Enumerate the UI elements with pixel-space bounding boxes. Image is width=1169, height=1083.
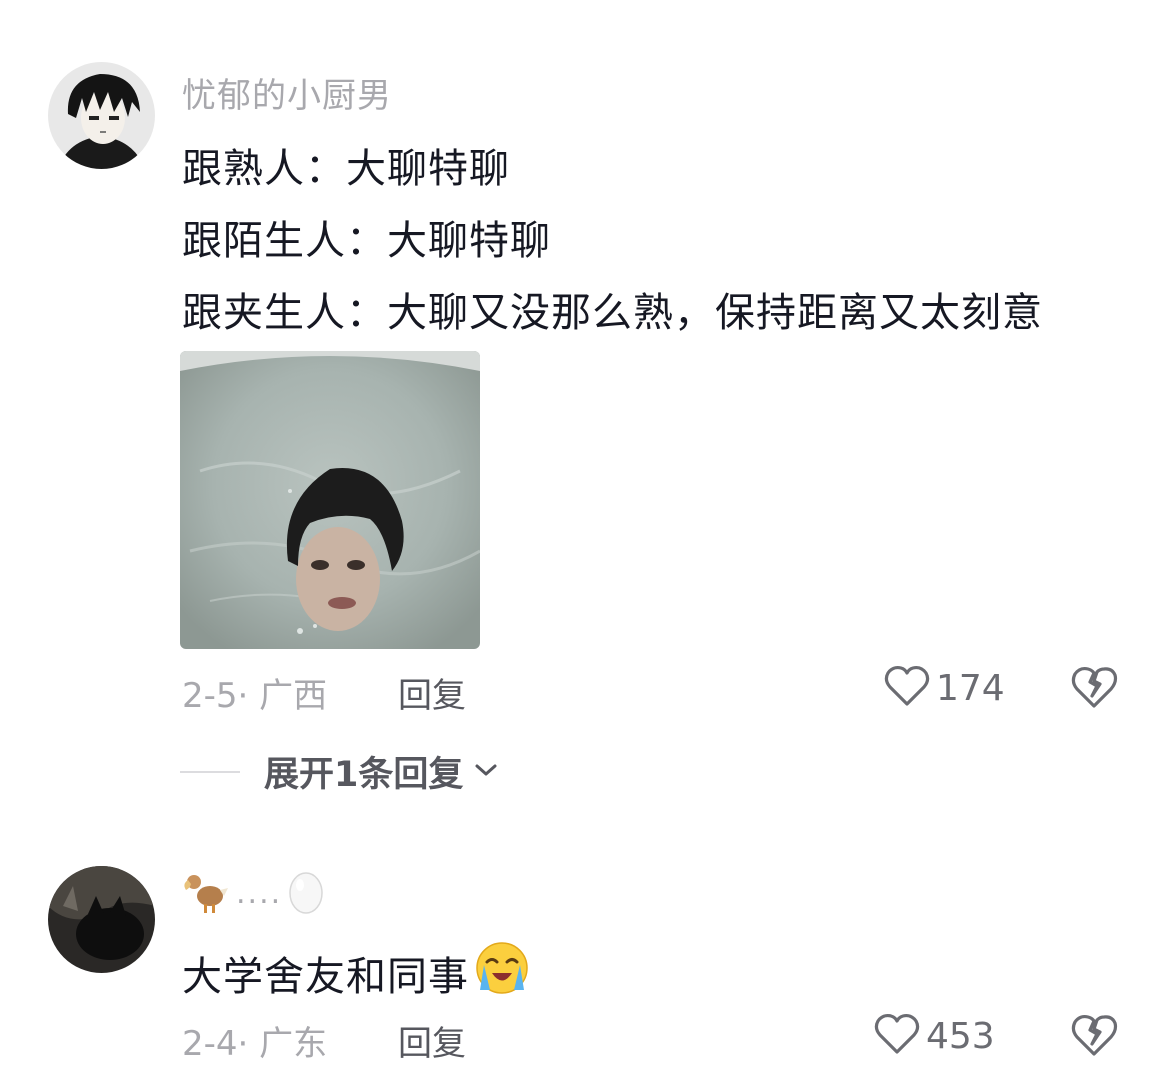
divider <box>180 770 240 773</box>
chevron-down-icon <box>473 760 499 784</box>
expand-replies-button[interactable]: 展开1条回复 <box>180 746 499 797</box>
egg-icon <box>286 867 326 919</box>
like-count: 174 <box>936 667 1005 709</box>
comment-image[interactable] <box>180 351 480 649</box>
broken-heart-icon <box>1070 666 1118 714</box>
reply-button[interactable]: 回复 <box>398 668 466 717</box>
comment-date-location: 2-4· 广东 <box>182 1024 328 1064</box>
crying-face-icon <box>473 940 531 1006</box>
comment-date-location: 2-5· 广西 <box>182 676 328 716</box>
comment-username[interactable]: .... <box>182 866 326 920</box>
avatar[interactable] <box>48 866 155 973</box>
dodo-bird-icon <box>182 866 232 920</box>
comment-text-line: 跟熟人：大聊特聊 <box>182 146 510 192</box>
comment-text-line: 跟夹生人：大聊又没那么熟，保持距离又太刻意 <box>182 290 1043 336</box>
heart-icon <box>874 1012 920 1060</box>
expand-replies-label: 展开1条回复 <box>264 755 464 795</box>
username-dots: .... <box>236 875 283 911</box>
comment-text: 大学舍友和同事 <box>182 954 469 1000</box>
comment-text-line: 跟陌生人：大聊特聊 <box>182 218 551 264</box>
like-button[interactable]: 174 <box>884 664 1005 712</box>
like-button[interactable]: 453 <box>874 1012 995 1060</box>
comment-text-line: 大学舍友和同事 <box>182 940 531 1006</box>
comment-username[interactable]: 忧郁的小厨男 <box>182 68 392 117</box>
heart-icon <box>884 664 930 712</box>
reply-button[interactable]: 回复 <box>398 1016 466 1065</box>
avatar[interactable] <box>48 62 155 169</box>
like-count: 453 <box>926 1015 995 1057</box>
dislike-button[interactable] <box>1070 1012 1118 1062</box>
broken-heart-icon <box>1070 1014 1118 1062</box>
dislike-button[interactable] <box>1070 664 1118 714</box>
